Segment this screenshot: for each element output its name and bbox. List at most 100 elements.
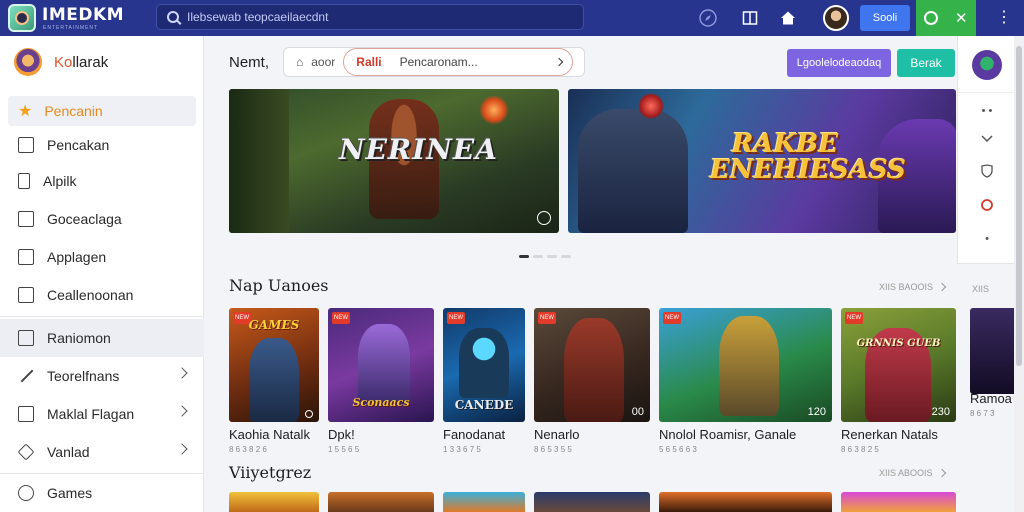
chevron-down-icon[interactable] bbox=[980, 132, 994, 146]
game-card[interactable]: NEW 120 bbox=[659, 308, 832, 422]
star-icon: ★ bbox=[18, 103, 33, 120]
sidebar-item-label: Alpilk bbox=[43, 173, 77, 189]
new-badge: NEW bbox=[332, 312, 350, 324]
primary-button[interactable]: Lgoolelodeaodaq bbox=[787, 49, 891, 77]
home-icon[interactable]: ⌂ bbox=[296, 55, 303, 69]
arrow-box-icon bbox=[18, 330, 34, 346]
sidebar-item-goceaclaga[interactable]: Goceaclaga bbox=[0, 200, 204, 238]
carousel-dot[interactable] bbox=[547, 255, 557, 258]
sidebar-item-label: Goceaclaga bbox=[47, 211, 122, 227]
panel-avatar[interactable] bbox=[972, 50, 1002, 80]
scrollbar-thumb[interactable] bbox=[1016, 46, 1022, 366]
more-menu-icon[interactable]: ⋮ bbox=[996, 8, 1012, 28]
sidebar-item-ceallenoonan[interactable]: Ceallenoonan bbox=[0, 276, 204, 314]
card-name[interactable]: Renerkan Natals bbox=[841, 427, 938, 442]
play-icon[interactable] bbox=[537, 211, 551, 225]
filter-chip-text: Pencaronam... bbox=[399, 55, 478, 69]
brand-name: IMEDKM bbox=[42, 5, 125, 25]
carousel-dot[interactable] bbox=[561, 255, 571, 258]
diamond-icon bbox=[17, 443, 35, 461]
featured-banner-2[interactable]: RAKBE ENEHIESASS bbox=[568, 89, 956, 233]
carousel-dots[interactable] bbox=[519, 255, 571, 258]
profile-row[interactable]: Kollarak bbox=[14, 48, 108, 76]
card-name[interactable]: Fanodanat bbox=[443, 427, 505, 442]
card-title: GAMES bbox=[248, 318, 300, 332]
bag-icon bbox=[18, 406, 34, 422]
filter-option[interactable]: aoor bbox=[311, 55, 335, 69]
game-card[interactable] bbox=[659, 492, 832, 512]
card-name[interactable]: Dpk! bbox=[328, 427, 355, 442]
card-title: Sconaacs bbox=[352, 396, 410, 409]
brand-subtitle: ENTERTAINMENT bbox=[43, 25, 99, 31]
card-art bbox=[459, 328, 509, 398]
game-card[interactable]: NEW 00 bbox=[534, 308, 650, 422]
filter-chip[interactable]: Ralli Pencaronam... bbox=[343, 48, 574, 76]
sidebar-item-games[interactable]: Games bbox=[0, 476, 204, 510]
main-content: Nemt, ⌂ aoor Ralli Pencaronam... Lgoolel… bbox=[205, 36, 956, 512]
page-title: Nemt, bbox=[229, 54, 270, 71]
home-icon[interactable] bbox=[778, 8, 798, 28]
card-name[interactable]: Ramoa bbox=[970, 391, 1012, 406]
game-card[interactable]: NEW GRNNIS GUEB 230 bbox=[841, 308, 956, 422]
carousel-dot[interactable] bbox=[533, 255, 543, 258]
card-name[interactable]: Nnolol Roamisr, Ganale bbox=[659, 427, 796, 442]
sidebar-item-pencanin[interactable]: ★ Pencanin bbox=[8, 96, 196, 126]
book-icon[interactable] bbox=[740, 8, 760, 28]
game-card[interactable] bbox=[443, 492, 525, 512]
sidebar-item-teorelfnans[interactable]: Teorelfnans bbox=[0, 357, 204, 395]
action-group: ✕ bbox=[916, 0, 976, 36]
see-all-link[interactable]: XIIS ABOOIS bbox=[879, 468, 946, 478]
shield-icon[interactable] bbox=[980, 164, 994, 178]
dots-icon[interactable]: • • bbox=[980, 104, 994, 118]
banner-title: RAKBE ENEHIESASS bbox=[710, 129, 906, 185]
card-count: 230 bbox=[931, 406, 950, 418]
featured-banner-1[interactable]: NERINEA bbox=[229, 89, 559, 233]
card-count: 00 bbox=[631, 406, 644, 418]
card-meta: 5 6 5 6 6 3 bbox=[659, 445, 697, 454]
game-card[interactable] bbox=[534, 492, 650, 512]
sidebar-item-applagen[interactable]: Applagen bbox=[0, 238, 204, 276]
sidebar-item-label: Pencakan bbox=[47, 137, 110, 153]
top-bar: IMEDKM ENTERTAINMENT Sooli ✕ ⋮ bbox=[0, 0, 1024, 36]
new-badge: NEW bbox=[845, 312, 863, 324]
see-all-link[interactable]: XIIS bbox=[972, 284, 989, 294]
dot-icon[interactable]: • bbox=[980, 232, 994, 246]
sidebar-item-vanlad[interactable]: Vanlad bbox=[0, 433, 204, 471]
card-meta: 8 6 3 8 2 6 bbox=[229, 445, 267, 454]
sidebar-item-maklal-flagan[interactable]: Maklal Flagan bbox=[0, 395, 204, 433]
pencil-icon bbox=[18, 368, 34, 384]
user-avatar[interactable] bbox=[823, 5, 849, 31]
game-card[interactable] bbox=[970, 308, 1014, 394]
card-name[interactable]: Nenarlo bbox=[534, 427, 580, 442]
card-title: GRNNIS GUEB bbox=[856, 338, 941, 349]
sidebar-item-alpilk[interactable]: Alpilk bbox=[0, 162, 204, 200]
sidebar-item-pencakan[interactable]: Pencakan bbox=[0, 128, 204, 162]
game-card[interactable] bbox=[229, 492, 319, 512]
carousel-dot[interactable] bbox=[519, 255, 529, 258]
refresh-icon[interactable] bbox=[924, 11, 939, 25]
filter-bar[interactable]: ⌂ aoor Ralli Pencaronam... bbox=[283, 47, 585, 77]
secondary-button[interactable]: Berak bbox=[897, 49, 955, 77]
game-card[interactable]: NEW Sconaacs bbox=[328, 308, 434, 422]
game-card[interactable] bbox=[328, 492, 434, 512]
game-card[interactable]: NEW GAMES bbox=[229, 308, 319, 422]
search-input[interactable] bbox=[187, 10, 567, 24]
alert-icon[interactable] bbox=[980, 198, 994, 212]
card-name[interactable]: Kaohia Natalk bbox=[229, 427, 310, 442]
smile-icon bbox=[18, 485, 34, 501]
game-card[interactable] bbox=[841, 492, 956, 512]
search-bar[interactable] bbox=[156, 4, 584, 30]
sign-in-button[interactable]: Sooli bbox=[860, 5, 910, 31]
scrollbar[interactable] bbox=[1014, 36, 1024, 512]
sidebar-item-label: Raniomon bbox=[47, 330, 111, 346]
close-icon[interactable]: ✕ bbox=[955, 9, 968, 27]
sidebar-item-label: Pencanin bbox=[44, 103, 103, 119]
bookmark-icon bbox=[18, 173, 30, 189]
app-logo-icon[interactable] bbox=[8, 4, 36, 32]
card-meta: 8 6 7 3 bbox=[970, 409, 995, 418]
sidebar-item-raniomon[interactable]: Raniomon bbox=[0, 319, 204, 357]
see-all-link[interactable]: XIIS BAOOIS bbox=[879, 282, 947, 292]
game-card[interactable]: NEW CANEDE bbox=[443, 308, 525, 422]
compass-icon[interactable] bbox=[698, 8, 718, 28]
divider bbox=[958, 92, 1015, 93]
